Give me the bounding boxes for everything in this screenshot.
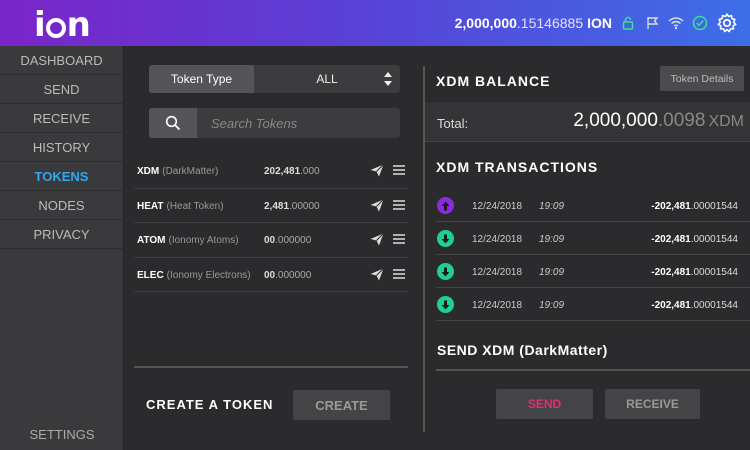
token-row-heat[interactable]: HEAT (Heat Token) 2,481.00000 — [134, 189, 408, 223]
transaction-amount: -202,481.00001544 — [651, 234, 738, 245]
menu-icon[interactable] — [393, 233, 405, 248]
sidebar-item-history[interactable]: HISTORY — [0, 133, 123, 162]
send-token-icon[interactable] — [370, 267, 384, 284]
total-label: Total: — [437, 116, 469, 131]
divider — [436, 369, 750, 371]
transaction-row[interactable]: 12/24/2018 19:09 -202,481.00001544 — [436, 189, 750, 222]
token-amount: 00 — [264, 235, 276, 246]
sidebar-item-tokens[interactable]: TOKENS — [0, 162, 123, 191]
incoming-arrow-icon — [437, 263, 454, 280]
search-button[interactable] — [149, 108, 197, 138]
transaction-amount: -202,481.00001544 — [651, 201, 738, 212]
menu-icon[interactable] — [393, 199, 405, 214]
divider — [134, 366, 408, 368]
transactions-title: XDM TRANSACTIONS — [436, 159, 599, 175]
incoming-arrow-icon — [437, 230, 454, 247]
send-token-icon[interactable] — [370, 198, 384, 215]
token-symbol: ELEC — [137, 269, 164, 281]
balance-title: XDM BALANCE — [436, 73, 551, 89]
check-icon[interactable] — [692, 15, 708, 31]
menu-icon[interactable] — [393, 164, 405, 179]
top-bar: in 2,000,000.15146885 ION — [0, 0, 750, 46]
sidebar-item-receive[interactable]: RECEIVE — [0, 104, 123, 133]
token-name: (Ionomy Electrons) — [166, 269, 251, 281]
token-name: (Heat Token) — [166, 200, 224, 212]
lock-icon[interactable] — [620, 15, 636, 31]
token-details-button[interactable]: Token Details — [660, 66, 744, 91]
send-token-icon[interactable] — [370, 233, 384, 249]
network-icon[interactable] — [668, 15, 684, 31]
transaction-time: 19:09 — [539, 300, 565, 311]
transaction-date: 12/24/2018 — [472, 267, 523, 278]
search-input[interactable] — [211, 108, 391, 138]
send-section-title: SEND XDM (DarkMatter) — [437, 342, 608, 358]
sidebar-item-dashboard[interactable]: DASHBOARD — [0, 46, 123, 75]
token-symbol: ATOM — [137, 235, 166, 246]
transaction-list: 12/24/2018 19:09 -202,481.00001544 12/24… — [436, 189, 750, 321]
token-amount: 202,481 — [264, 166, 301, 177]
incoming-arrow-icon — [437, 296, 454, 313]
send-token-icon[interactable] — [370, 164, 384, 180]
token-amount: 00 — [264, 269, 276, 281]
create-token-button[interactable]: CREATE — [293, 390, 390, 420]
token-detail-panel: XDM BALANCE Token Details Total: 2,000,0… — [425, 46, 750, 450]
transaction-time: 19:09 — [539, 267, 565, 278]
transaction-date: 12/24/2018 — [472, 234, 523, 245]
token-symbol: XDM — [137, 166, 160, 177]
transaction-date: 12/24/2018 — [472, 300, 523, 311]
sidebar-item-privacy[interactable]: PRIVACY — [0, 220, 123, 249]
total-value: 2,000,000.0098 XDM — [573, 110, 744, 131]
receive-button[interactable]: RECEIVE — [605, 389, 700, 419]
token-row-elec[interactable]: ELEC (Ionomy Electrons) 00.000000 — [134, 258, 408, 292]
token-name: (DarkMatter) — [162, 166, 219, 177]
outgoing-arrow-icon — [437, 197, 454, 214]
token-name: (Ionomy Atoms) — [168, 235, 239, 246]
token-type-value: ALL — [316, 72, 338, 86]
transaction-row[interactable]: 12/24/2018 19:09 -202,481.00001544 — [436, 255, 750, 288]
sidebar: DASHBOARD SEND RECEIVE HISTORY TOKENS NO… — [0, 46, 124, 450]
token-search — [149, 108, 400, 138]
flag-icon[interactable] — [644, 15, 660, 31]
transaction-row[interactable]: 12/24/2018 19:09 -202,481.00001544 — [436, 288, 750, 321]
token-symbol: HEAT — [137, 200, 164, 212]
transaction-amount: -202,481.00001544 — [651, 300, 738, 311]
transaction-amount: -202,481.00001544 — [651, 267, 738, 278]
transaction-row[interactable]: 12/24/2018 19:09 -202,481.00001544 — [436, 222, 750, 255]
sidebar-item-nodes[interactable]: NODES — [0, 191, 123, 220]
send-button[interactable]: SEND — [496, 389, 593, 419]
menu-icon[interactable] — [393, 268, 405, 283]
sidebar-item-settings[interactable]: SETTINGS — [0, 427, 124, 442]
gear-icon[interactable] — [716, 12, 738, 34]
token-amount: 2,481 — [264, 200, 290, 212]
token-list: XDM (DarkMatter) 202,481.000 HEAT (Heat To… — [134, 154, 408, 292]
total-balance-row: Total: 2,000,000.0098 XDM — [425, 102, 750, 142]
transaction-time: 19:09 — [539, 234, 565, 245]
header-balance: 2,000,000.15146885 ION — [454, 15, 612, 31]
tokens-panel: Token Type ALL XDM(DarkMatter) 202,481.0… — [124, 46, 420, 450]
token-type-select[interactable]: Token Type ALL — [149, 65, 400, 93]
select-arrows-icon — [384, 71, 392, 87]
token-row-xdm[interactable]: XDM (DarkMatter) 202,481.000 — [134, 154, 408, 189]
token-row-atom[interactable]: ATOM (Ionomy Atoms) 00.000000 — [134, 223, 408, 258]
transaction-time: 19:09 — [539, 201, 565, 212]
header-icons — [620, 12, 738, 34]
token-type-label: Token Type — [149, 65, 254, 93]
ion-logo: in — [34, 5, 91, 45]
search-icon — [165, 115, 181, 131]
create-token-label: CREATE A TOKEN — [146, 397, 274, 412]
sidebar-item-send[interactable]: SEND — [0, 75, 123, 104]
transaction-date: 12/24/2018 — [472, 201, 523, 212]
